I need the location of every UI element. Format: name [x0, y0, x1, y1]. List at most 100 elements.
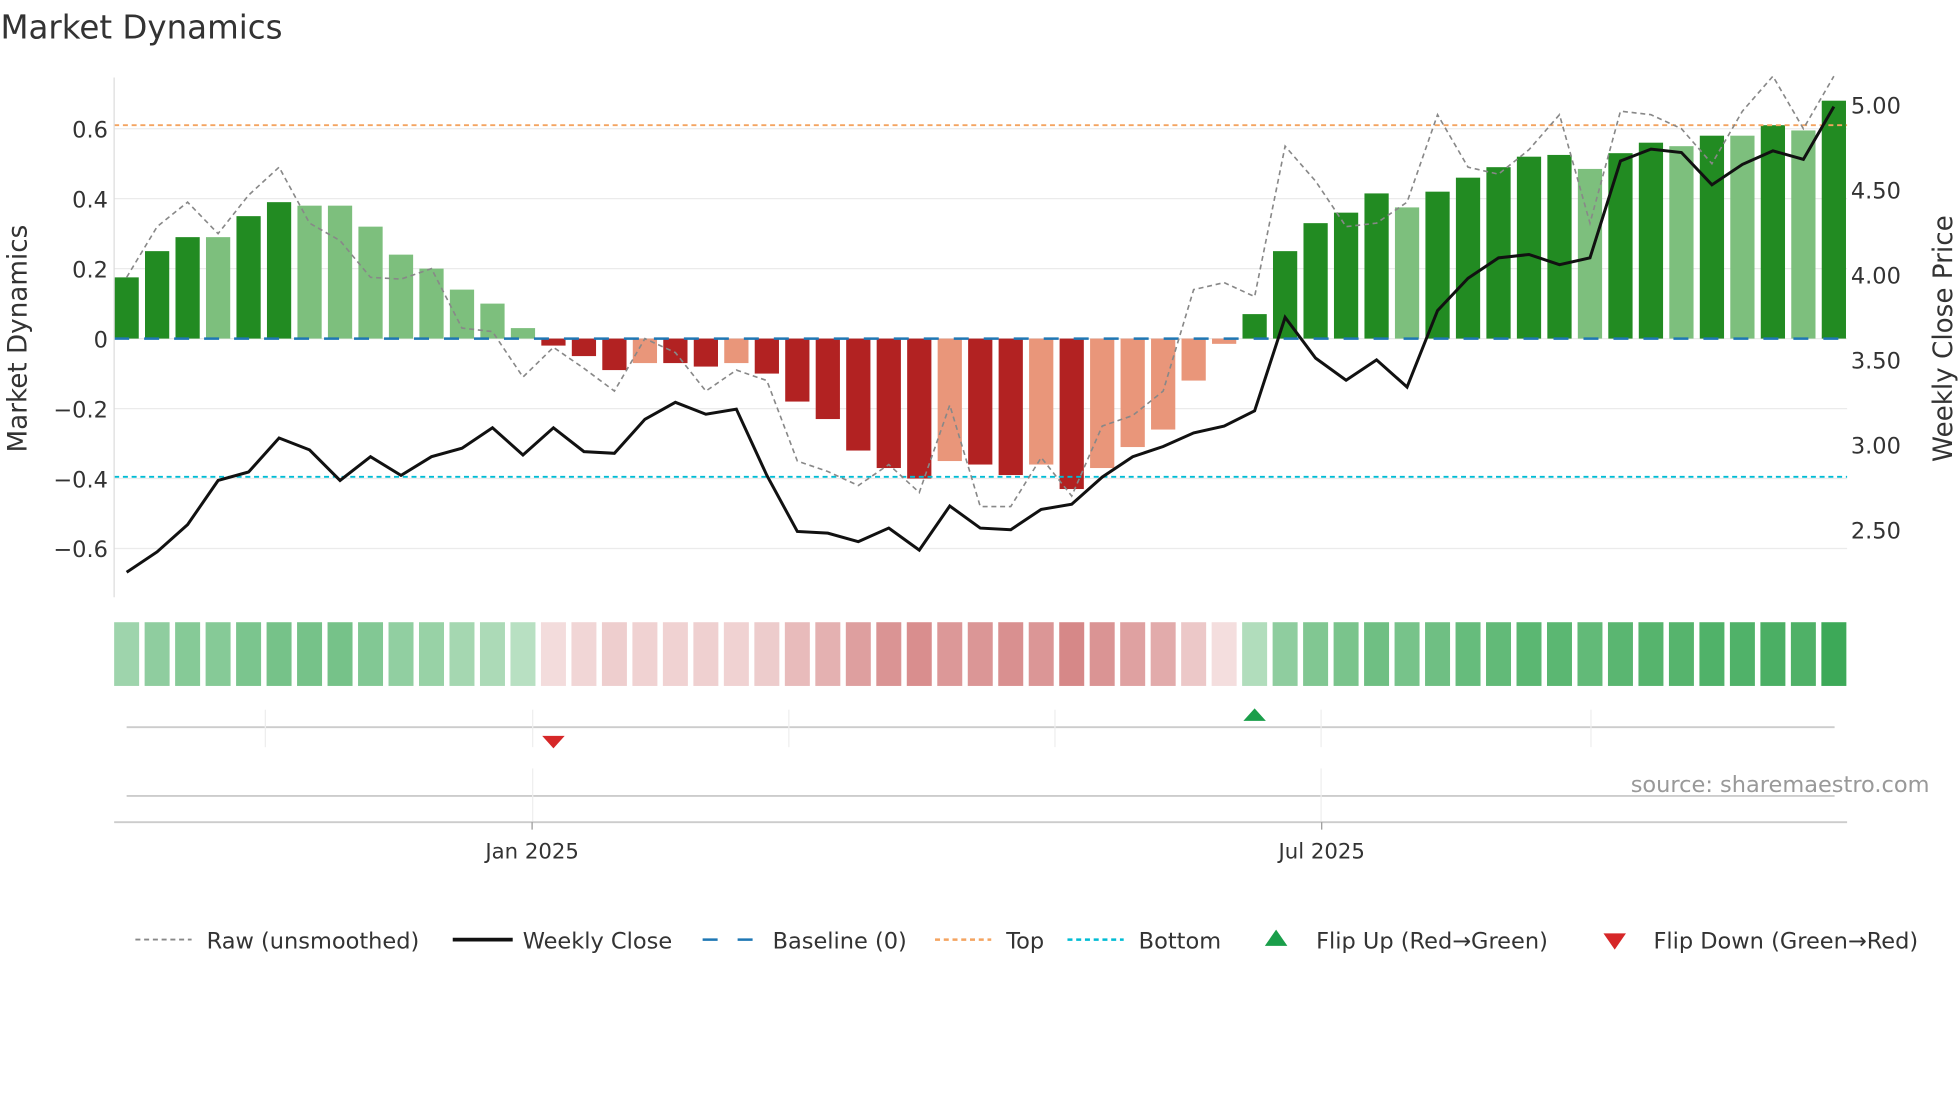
heat-strip-cell — [967, 622, 993, 686]
heat-strip-cell — [114, 622, 140, 686]
y-tick-label: 0.6 — [72, 117, 108, 143]
heat-strip-cell — [1790, 622, 1816, 686]
heat-strip-cell — [1303, 622, 1329, 686]
bar — [327, 205, 353, 339]
legend-label: Raw (unsmoothed) — [207, 928, 420, 954]
heat-strip-cell — [388, 622, 414, 686]
y2-tick-label: 4.50 — [1851, 179, 1901, 205]
heat-strip-cell — [540, 622, 566, 686]
heat-strip-cell — [297, 622, 323, 686]
bar — [815, 338, 840, 420]
x-tick-label: Jan 2025 — [483, 839, 579, 864]
y-tick-label: −0.4 — [53, 467, 108, 493]
bar — [1455, 177, 1481, 339]
heat-strip-cell — [1272, 622, 1298, 686]
heat-strip-cell — [205, 622, 231, 686]
heat-strip-cell — [1638, 622, 1664, 686]
heat-strip-cell — [1516, 622, 1542, 686]
bar — [907, 338, 932, 479]
x-tick-label: Jul 2025 — [1276, 839, 1364, 864]
legend-label: Top — [1005, 928, 1044, 954]
legend-flip-down-icon — [1603, 933, 1626, 950]
bar — [1516, 156, 1542, 339]
heat-strip-cell — [144, 622, 170, 686]
y-tick-label: 0.2 — [72, 257, 108, 283]
y2-tick-label: 5.00 — [1851, 94, 1901, 120]
heat-strip-cell — [327, 622, 353, 686]
heat-strip-cell — [1821, 622, 1847, 686]
bar — [571, 338, 597, 357]
bar — [297, 205, 322, 339]
heat-strip-cell — [632, 622, 658, 686]
bar — [1090, 338, 1115, 469]
heat-strip-cell — [723, 622, 749, 686]
heat-strip-cell — [937, 622, 963, 686]
heat-strip-cell — [1059, 622, 1085, 686]
bar — [1608, 153, 1633, 339]
heat-strip-cell — [1089, 622, 1115, 686]
heat-strip-cell — [1729, 622, 1755, 686]
bar — [785, 338, 810, 402]
y-tick-label: −0.6 — [53, 537, 108, 563]
bar — [1364, 193, 1389, 339]
y2-tick-label: 3.50 — [1851, 349, 1901, 375]
heat-strip-cell — [1425, 622, 1451, 686]
heat-strip-cell — [1760, 622, 1786, 686]
bar — [358, 226, 383, 339]
bar — [1059, 338, 1084, 490]
heat-strip-cell — [449, 622, 475, 686]
bar — [1669, 146, 1694, 339]
flip-down-marker — [542, 735, 565, 749]
heat-strip-cell — [784, 622, 810, 686]
bar — [1699, 135, 1725, 339]
heat-strip-cell — [1455, 622, 1481, 686]
heat-strip-cell — [1028, 622, 1054, 686]
y2-tick-label: 4.00 — [1851, 264, 1901, 290]
heat-strip-cell — [906, 622, 932, 686]
heat-strip-cell — [998, 622, 1024, 686]
heat-strip-cell — [1577, 622, 1603, 686]
bar — [937, 338, 962, 462]
bar — [846, 338, 871, 451]
y-tick-label: 0 — [94, 327, 108, 353]
bar — [1120, 338, 1145, 448]
heat-strip-cell — [1211, 622, 1237, 686]
heat-strip-cell — [1120, 622, 1146, 686]
bar — [876, 338, 901, 469]
y-axis-label: Market Dynamics — [4, 225, 34, 453]
bar — [1303, 223, 1328, 339]
heat-strip-cell — [419, 622, 444, 686]
bar — [266, 202, 292, 339]
y2-axis-label: Weekly Close Price — [1929, 215, 1959, 462]
heat-strip-cell — [1333, 622, 1359, 686]
bar — [1760, 125, 1786, 339]
bar — [1547, 154, 1572, 339]
bar — [1821, 100, 1846, 339]
heat-strip-cell — [358, 622, 384, 686]
y-tick-label: −0.2 — [53, 397, 108, 423]
bar — [1242, 314, 1267, 339]
bar — [1029, 338, 1054, 465]
bar — [1791, 130, 1816, 339]
y2-tick-label: 3.00 — [1851, 434, 1901, 460]
bar — [449, 289, 475, 339]
bar — [480, 303, 505, 339]
heat-strip-cell — [1486, 622, 1512, 686]
chart-title: Market Dynamics — [0, 9, 282, 47]
bar — [1272, 251, 1298, 339]
heat-strip-cell — [845, 622, 871, 686]
bar — [724, 338, 749, 364]
heat-strip-cell — [479, 622, 505, 686]
heat-strip-cell — [1699, 622, 1725, 686]
y2-tick-label: 2.50 — [1851, 519, 1901, 545]
bar — [145, 251, 170, 339]
bar — [388, 254, 414, 339]
bar — [236, 216, 261, 339]
heat-strip-cell — [601, 622, 627, 686]
bar — [1333, 212, 1359, 339]
heat-strip-cell — [662, 622, 688, 686]
bar — [1181, 338, 1206, 381]
heat-strip-cell — [693, 622, 719, 686]
legend-label: Baseline (0) — [773, 928, 907, 954]
source-text: source: sharemaestro.com — [1631, 772, 1930, 798]
